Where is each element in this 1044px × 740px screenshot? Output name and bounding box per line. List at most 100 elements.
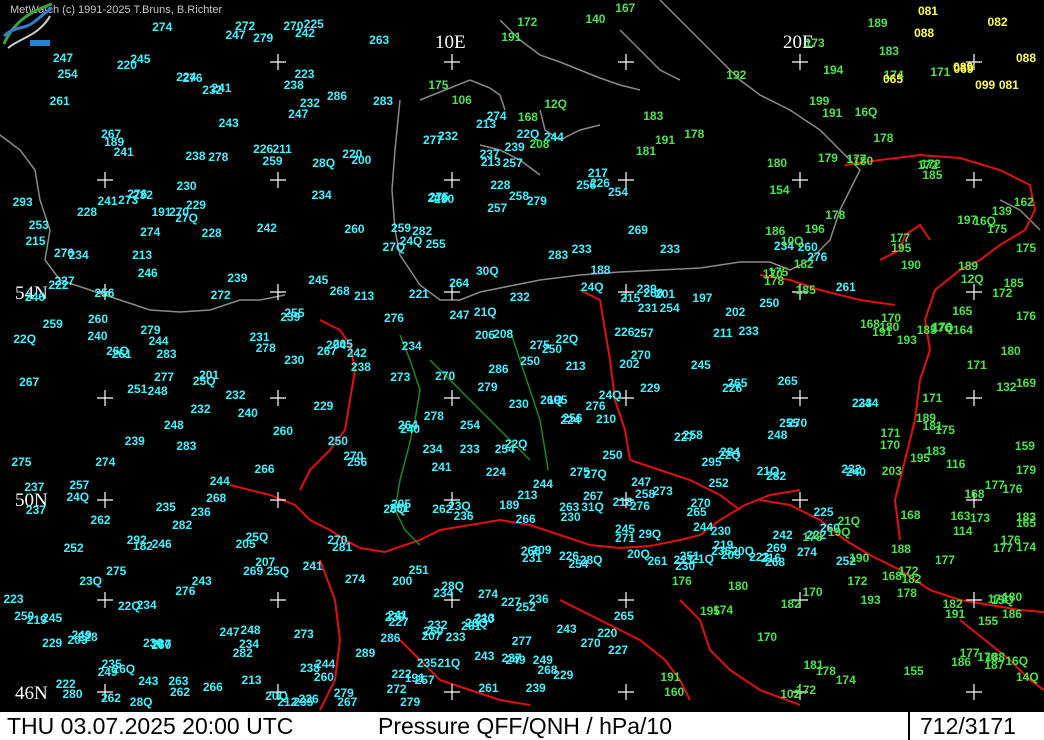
station-value: 211 <box>713 325 733 340</box>
station-value: 239 <box>384 610 405 625</box>
station-value: 30Q <box>475 263 499 278</box>
station-value: 248 <box>767 427 788 442</box>
station-value: 286 <box>380 630 401 645</box>
station-value: 175 <box>987 221 1008 236</box>
station-value: 226 <box>614 325 635 339</box>
station-value: 185 <box>922 168 943 183</box>
station-value: 225 <box>813 504 834 519</box>
station-value: 275 <box>569 465 590 480</box>
station-value: 263 <box>168 674 189 689</box>
station-value: 244 <box>148 333 169 348</box>
station-value: 31Q <box>581 500 604 515</box>
station-value: 268 <box>206 490 227 505</box>
station-value: 106 <box>451 93 472 108</box>
station-value: 168 <box>964 487 985 502</box>
station-value: 248 <box>240 622 261 637</box>
station-value: 217 <box>587 165 608 180</box>
station-value: 114 <box>953 523 973 538</box>
station-value: 164 <box>952 322 973 337</box>
station-value: 243 <box>138 674 159 689</box>
station-value: 207 <box>421 629 442 644</box>
station-value: 247 <box>53 51 74 65</box>
station-value: 172 <box>898 563 919 578</box>
station-value: 262 <box>90 512 111 527</box>
station-value: 160 <box>664 684 685 699</box>
station-value: 252 <box>63 541 84 556</box>
station-value: 213 <box>132 247 153 262</box>
station-value: 089 <box>953 60 974 75</box>
station-value: 173 <box>970 510 991 525</box>
station-value: 25Q <box>192 373 216 388</box>
station-value: 178 <box>684 126 705 141</box>
latitude-label-46n: 46N <box>15 683 48 704</box>
station-value: 171 <box>966 358 987 373</box>
station-value: 274 <box>152 19 173 34</box>
station-value: 243 <box>218 115 239 130</box>
station-value: 211 <box>272 141 292 156</box>
station-value: 244 <box>858 395 879 410</box>
station-value: 175 <box>428 77 449 92</box>
station-value: 253 <box>28 217 49 232</box>
station-value: 21Q <box>756 463 780 478</box>
station-value: 234 <box>433 586 454 601</box>
station-value: 257 <box>633 326 654 341</box>
station-value: 283 <box>176 438 197 453</box>
station-value: 171 <box>930 65 951 80</box>
station-value: 233 <box>459 442 480 457</box>
station-value: 244 <box>209 474 230 489</box>
station-value: 200 <box>351 152 372 167</box>
station-value: 172 <box>517 14 538 29</box>
station-value: 232 <box>438 129 459 144</box>
station-value: 191 <box>501 30 522 44</box>
station-value: 177 <box>934 552 955 567</box>
station-value: 239 <box>525 681 546 696</box>
station-value: 140 <box>585 12 606 27</box>
station-value: 183 <box>878 43 899 58</box>
station-value: 183 <box>1016 509 1037 524</box>
longitude-label-10e: 10E <box>435 32 466 53</box>
borders <box>229 153 1044 710</box>
station-value: 266 <box>254 461 275 476</box>
station-value: 213 <box>565 358 586 373</box>
station-value: 250 <box>327 434 348 449</box>
station-value: 279 <box>526 194 547 209</box>
station-value: 173 <box>804 35 825 50</box>
station-value: 293 <box>12 194 33 209</box>
pressure-map[interactable]: MetWatch (c) 1991-2025 T.Bruns, B.Richte… <box>0 0 1044 710</box>
station-value: 174 <box>1016 539 1037 554</box>
station-value: 189 <box>958 259 979 274</box>
station-value: 270 <box>630 348 651 363</box>
station-value: 260 <box>272 424 293 439</box>
station-value: 226 <box>253 141 274 156</box>
station-value: 229 <box>185 197 206 212</box>
station-value: 259 <box>42 317 63 332</box>
station-value: 178 <box>764 273 785 288</box>
station-value: 257 <box>487 200 508 215</box>
station-value: 228 <box>77 629 98 644</box>
station-value: 178 <box>873 131 894 146</box>
station-value: 213 <box>241 672 262 687</box>
station-value: 180 <box>728 579 749 594</box>
station-value: 12Q <box>960 271 984 286</box>
station-value: 283 <box>373 93 394 108</box>
station-value: 221 <box>408 286 429 301</box>
station-value: 202 <box>725 305 746 320</box>
station-value: 277 <box>511 633 532 648</box>
station-value: 238 <box>299 660 320 675</box>
station-value: 292 <box>126 532 147 547</box>
station-value: 175 <box>1016 241 1037 256</box>
station-value: 275 <box>11 454 32 469</box>
station-value: 250 <box>759 295 780 310</box>
station-value: 225 <box>303 16 324 31</box>
station-value: 228 <box>77 205 98 220</box>
station-value: 251 <box>127 382 148 397</box>
station-value: 269 <box>243 563 264 578</box>
station-value: 232 <box>132 188 153 203</box>
station-value: 197 <box>692 291 713 305</box>
station-value: 170 <box>880 437 901 452</box>
station-value: 230 <box>474 611 495 626</box>
station-value: 244 <box>693 519 714 534</box>
station-value: 175 <box>934 422 955 437</box>
station-value: 186 <box>951 654 972 669</box>
station-value: 14Q <box>1016 670 1039 685</box>
